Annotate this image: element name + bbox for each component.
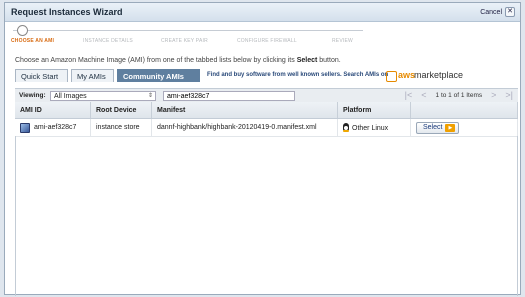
aws-marketplace-logo[interactable]: aws marketplace	[386, 69, 478, 82]
cancel-button[interactable]: Cancel ✕	[480, 7, 515, 17]
column-ami-id[interactable]: AMI ID	[15, 102, 91, 119]
current-step-marker	[17, 25, 28, 36]
tab-my-amis[interactable]: My AMIs	[71, 69, 114, 82]
select-button-label: Select	[423, 124, 443, 131]
select-button[interactable]: Select ▶	[416, 121, 460, 134]
step-instance-details: INSTANCE DETAILS	[83, 38, 133, 44]
cell-root-device: instance store	[90, 118, 152, 137]
cell-action: Select ▶	[410, 118, 518, 137]
tab-community-amis[interactable]: Community AMIs	[117, 69, 200, 82]
title-bar: Request Instances Wizard Cancel ✕	[5, 3, 520, 22]
cell-ami-id: ami-aef328c7	[15, 118, 91, 137]
cart-icon	[386, 71, 397, 82]
column-action	[410, 102, 518, 119]
next-page-icon[interactable]: >	[491, 90, 496, 101]
logo-marketplace-text: marketplace	[414, 70, 464, 80]
table-empty-area	[15, 136, 518, 296]
arrow-right-icon: ▶	[445, 123, 456, 132]
step-review: REVIEW	[332, 38, 353, 44]
wizard-dialog: Request Instances Wizard Cancel ✕ CHOOSE…	[4, 2, 521, 296]
viewing-value: All Images	[54, 93, 87, 100]
table-row[interactable]: ami-aef328c7 instance store dannf-highba…	[15, 118, 518, 137]
first-page-icon[interactable]: |<	[405, 90, 413, 101]
chevron-down-icon: ⇕	[147, 93, 153, 99]
column-platform[interactable]: Platform	[337, 102, 411, 119]
search-input[interactable]	[163, 91, 295, 101]
viewing-label: Viewing:	[19, 92, 46, 99]
column-root-device[interactable]: Root Device	[90, 102, 152, 119]
logo-aws-text: aws	[398, 70, 416, 80]
step-choose-ami: CHOOSE AN AMI	[11, 38, 55, 44]
ami-id-text: ami-aef328c7	[34, 124, 77, 131]
table-header-row: AMI ID Root Device Manifest Platform	[15, 102, 518, 119]
pager-text: 1 to 1 of 1 Items	[435, 92, 483, 99]
step-create-key-pair: CREATE KEY PAIR	[161, 38, 208, 44]
ami-tabs: Quick Start My AMIs Community AMIs Find …	[15, 69, 515, 83]
instructions-text: Choose an Amazon Machine Image (AMI) fro…	[15, 57, 341, 64]
column-manifest[interactable]: Manifest	[151, 102, 338, 119]
pagination: |< < 1 to 1 of 1 Items > >|	[405, 90, 513, 101]
marketplace-note[interactable]: Find and buy software from well known se…	[207, 72, 388, 78]
close-icon[interactable]: ✕	[505, 7, 515, 17]
cell-platform: Other Linux	[337, 118, 411, 137]
platform-text: Other Linux	[352, 125, 389, 132]
viewing-select[interactable]: All Images ⇕	[50, 91, 156, 101]
tab-quick-start[interactable]: Quick Start	[15, 69, 68, 82]
step-configure-firewall: CONFIGURE FIREWALL	[237, 38, 297, 44]
last-page-icon[interactable]: >|	[505, 90, 513, 101]
ami-cube-icon	[20, 122, 30, 133]
cell-manifest: dannf-highbank/highbank-20120419-0.manif…	[151, 118, 338, 137]
cancel-label: Cancel	[480, 8, 502, 16]
prev-page-icon[interactable]: <	[421, 90, 426, 101]
steps-progress-line	[13, 30, 363, 31]
ami-table: AMI ID Root Device Manifest Platform ami…	[15, 102, 518, 137]
linux-penguin-icon	[343, 123, 349, 132]
dialog-title: Request Instances Wizard	[11, 7, 123, 17]
wizard-steps: CHOOSE AN AMI INSTANCE DETAILS CREATE KE…	[11, 25, 514, 47]
